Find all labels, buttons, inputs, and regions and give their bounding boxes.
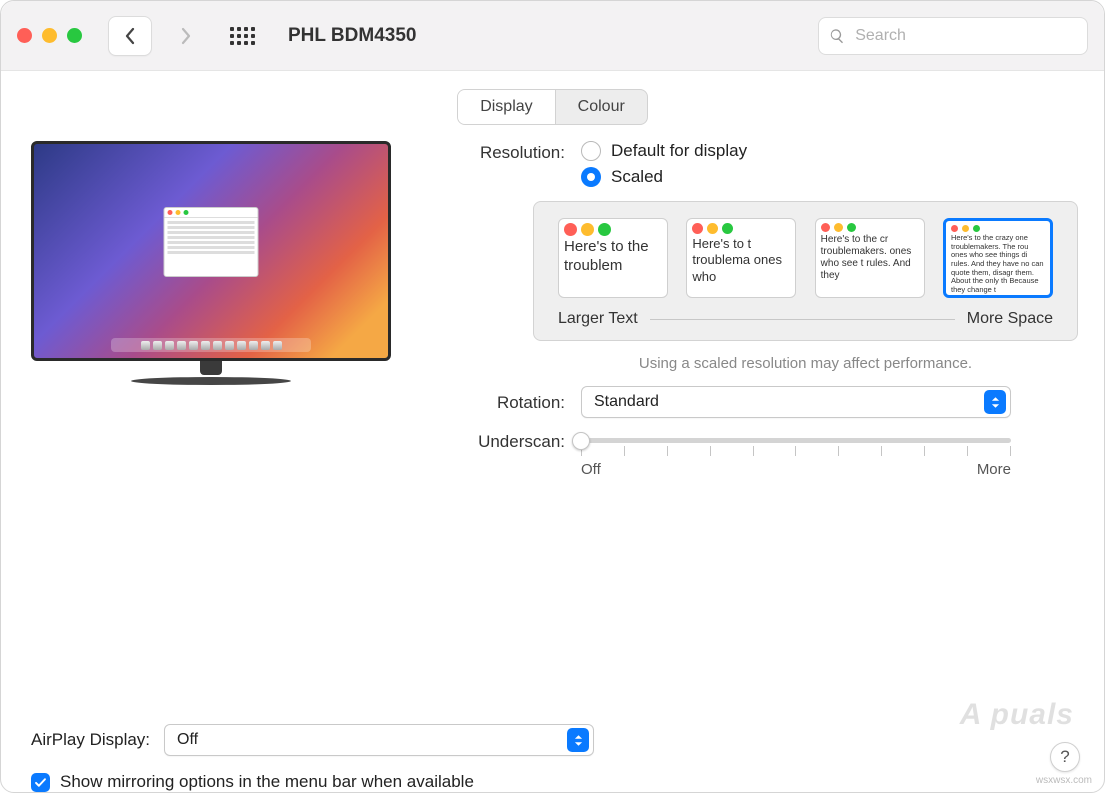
scale-options: Here's to the troublem Here's to t troub… <box>558 218 1053 298</box>
preferences-window: PHL BDM4350 Display Colour <box>0 0 1105 793</box>
slider-ticks <box>581 446 1011 458</box>
search-icon <box>829 27 845 45</box>
display-preview <box>31 141 391 478</box>
underscan-row: Underscan: Off More <box>415 432 1078 478</box>
rotation-label: Rotation: <box>415 391 565 413</box>
rotation-row: Rotation: Standard <box>415 386 1078 418</box>
resolution-scaled-option[interactable]: Scaled <box>581 167 747 187</box>
minimize-window-button[interactable] <box>42 28 57 43</box>
slider-knob[interactable] <box>572 432 590 450</box>
segmented-control: Display Colour <box>457 89 648 125</box>
dock-icon <box>111 338 311 352</box>
scale-option-1[interactable]: Here's to the troublem <box>558 218 668 298</box>
scale-labels: Larger Text More Space <box>558 310 1053 328</box>
content-area: Resolution: Default for display Scaled <box>1 133 1104 716</box>
tab-colour[interactable]: Colour <box>556 90 647 124</box>
underscan-more-label: More <box>977 461 1011 478</box>
scale-option-4-selected[interactable]: Here's to the crazy one troublemakers. T… <box>943 218 1053 298</box>
search-input[interactable] <box>853 26 1077 46</box>
resolution-default-label: Default for display <box>611 141 747 161</box>
settings-form: Resolution: Default for display Scaled <box>415 141 1078 478</box>
resolution-options: Default for display Scaled <box>581 141 747 187</box>
underscan-off-label: Off <box>581 461 601 478</box>
performance-note: Using a scaled resolution may affect per… <box>533 355 1078 372</box>
airplay-dropdown[interactable]: Off <box>164 724 594 756</box>
checkbox-checked-icon <box>31 773 50 792</box>
airplay-row: AirPlay Display: Off <box>31 724 1074 756</box>
scale-text: Here's to the crazy one troublemakers. T… <box>946 234 1050 295</box>
monitor-icon <box>31 141 391 361</box>
mirroring-checkbox-row[interactable]: Show mirroring options in the menu bar w… <box>31 772 1074 792</box>
show-all-button[interactable] <box>220 16 264 56</box>
main-row: Resolution: Default for display Scaled <box>31 141 1074 478</box>
grid-icon <box>230 27 255 45</box>
bottom-area: AirPlay Display: Off Show mirroring opti… <box>1 716 1104 792</box>
forward-button[interactable] <box>164 16 208 56</box>
resolution-scaled-label: Scaled <box>611 167 663 187</box>
resolution-default-option[interactable]: Default for display <box>581 141 747 161</box>
updown-chevron-icon <box>567 728 589 752</box>
radio-selected-icon <box>581 167 601 187</box>
help-icon: ? <box>1060 747 1069 767</box>
scale-text: Here's to t troublema ones who <box>687 236 795 289</box>
slider-track <box>581 438 1011 443</box>
rotation-dropdown[interactable]: Standard <box>581 386 1011 418</box>
zoom-window-button[interactable] <box>67 28 82 43</box>
window-title: PHL BDM4350 <box>288 25 416 47</box>
mirroring-label: Show mirroring options in the menu bar w… <box>60 772 474 792</box>
back-button[interactable] <box>108 16 152 56</box>
window-controls <box>17 28 82 43</box>
scaled-resolution-box: Here's to the troublem Here's to t troub… <box>533 201 1078 341</box>
tab-display[interactable]: Display <box>458 90 555 124</box>
scale-option-3[interactable]: Here's to the cr troublemakers. ones who… <box>815 218 925 298</box>
airplay-value: Off <box>177 731 198 749</box>
search-field[interactable] <box>818 17 1088 55</box>
slider-labels: Off More <box>581 461 1011 478</box>
scale-text: Here's to the cr troublemakers. ones who… <box>816 234 924 286</box>
scale-text: Here's to the troublem <box>559 238 667 280</box>
preview-window-icon <box>164 207 259 277</box>
updown-chevron-icon <box>984 390 1006 414</box>
airplay-label: AirPlay Display: <box>31 730 150 750</box>
resolution-label: Resolution: <box>415 141 565 163</box>
close-window-button[interactable] <box>17 28 32 43</box>
scale-more-label: More Space <box>967 310 1053 328</box>
scale-larger-label: Larger Text <box>558 310 638 328</box>
chevron-left-icon <box>124 27 136 45</box>
rotation-value: Standard <box>594 393 659 411</box>
monitor-stand-icon <box>126 361 296 389</box>
tab-bar: Display Colour <box>1 71 1104 133</box>
radio-icon <box>581 141 601 161</box>
underscan-slider[interactable]: Off More <box>581 432 1011 478</box>
scale-spacer <box>650 319 955 320</box>
help-button[interactable]: ? <box>1050 742 1080 772</box>
resolution-row: Resolution: Default for display Scaled <box>415 141 1078 187</box>
toolbar: PHL BDM4350 <box>1 1 1104 71</box>
scale-option-2[interactable]: Here's to t troublema ones who <box>686 218 796 298</box>
chevron-right-icon <box>180 27 192 45</box>
underscan-label: Underscan: <box>415 432 565 452</box>
